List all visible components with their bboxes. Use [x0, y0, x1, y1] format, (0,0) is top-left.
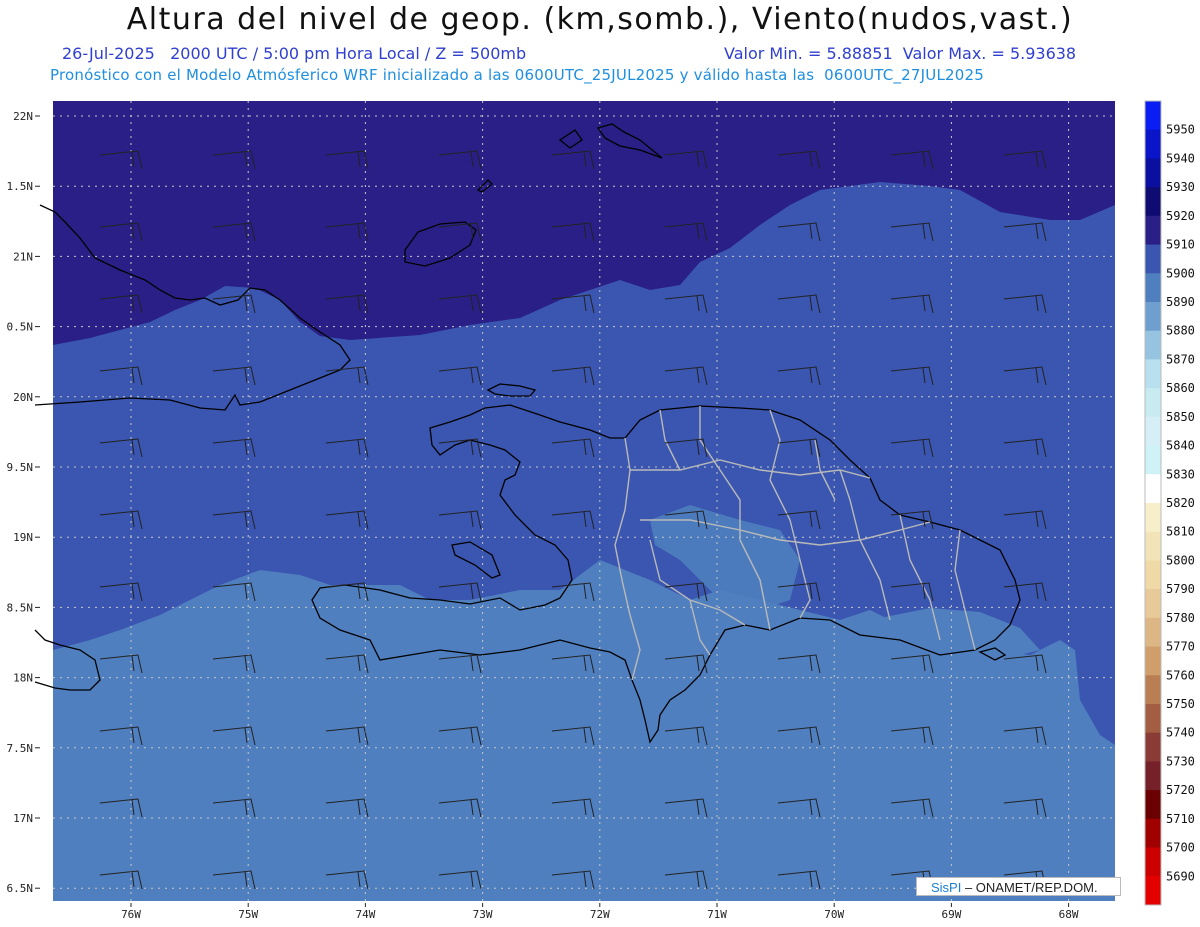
lon-tick-label: 73W	[473, 908, 493, 921]
legend-swatch	[1145, 560, 1161, 590]
legend-label: 5710	[1166, 812, 1195, 826]
legend-label: 5770	[1166, 640, 1195, 654]
legend-swatch	[1145, 503, 1161, 533]
lon-tick-label: 69W	[941, 908, 961, 921]
legend-swatch	[1145, 675, 1161, 705]
legend-swatch	[1145, 761, 1161, 791]
legend-swatch	[1145, 704, 1161, 734]
lat-tick-label: 20N	[13, 391, 33, 404]
lat-tick-label: 0.5N	[7, 321, 34, 334]
legend-swatch	[1145, 876, 1161, 906]
lon-tick-label: 76W	[121, 908, 141, 921]
legend-label: 5820	[1166, 496, 1195, 510]
legend-swatch	[1145, 617, 1161, 648]
legend-label: 5740	[1166, 726, 1195, 740]
legend-swatch	[1145, 818, 1161, 849]
legend-label: 5760	[1166, 668, 1195, 682]
org-label: – ONAMET/REP.DOM.	[961, 880, 1098, 895]
legend-swatch	[1145, 790, 1161, 820]
legend-swatch	[1145, 416, 1161, 447]
lat-tick-label: 21N	[13, 250, 33, 263]
legend-swatch	[1145, 531, 1161, 561]
legend-swatch	[1145, 646, 1161, 676]
longitude-labels: 76W 75W 74W 73W 72W 71W 70W 69W 68W	[121, 903, 1079, 921]
legend-label: 5930	[1166, 180, 1195, 194]
legend-swatch	[1145, 101, 1161, 131]
legend-label: 5910	[1166, 238, 1195, 252]
legend-label: 5790	[1166, 582, 1195, 596]
legend-swatch	[1145, 474, 1161, 504]
lat-tick-label: 19N	[13, 531, 33, 544]
legend-label: 5920	[1166, 209, 1195, 223]
legend-label: 5860	[1166, 381, 1195, 395]
legend-label: 5900	[1166, 266, 1195, 280]
legend-label: 5690	[1166, 869, 1195, 883]
legend-label: 5840	[1166, 439, 1195, 453]
lat-tick-label: 17N	[13, 812, 33, 825]
lon-tick-label: 72W	[590, 908, 610, 921]
legend-swatch	[1145, 215, 1161, 246]
lon-tick-label: 68W	[1059, 908, 1079, 921]
legend-swatch	[1145, 359, 1161, 389]
legend-label: 5700	[1166, 841, 1195, 855]
legend-label: 5750	[1166, 697, 1195, 711]
lat-tick-label: 8.5N	[7, 601, 34, 614]
lat-tick-label: 9.5N	[7, 461, 34, 474]
lat-tick-label: 1.5N	[7, 180, 34, 193]
legend-label: 5800	[1166, 553, 1195, 567]
legend-swatch	[1145, 302, 1161, 332]
lat-tick-label: 22N	[13, 110, 33, 123]
legend-swatch	[1145, 445, 1161, 475]
legend-label: 5830	[1166, 467, 1195, 481]
legend-swatch	[1145, 388, 1161, 418]
legend-label: 5880	[1166, 324, 1195, 338]
legend-label: 5870	[1166, 352, 1195, 366]
color-legend: 5950 5940 5930 5920 5910 5900 5890 5880 5870 5860…	[1144, 100, 1195, 906]
legend-swatch	[1145, 330, 1161, 360]
brand-label: SisPI	[931, 880, 962, 895]
lon-tick-label: 75W	[238, 908, 258, 921]
legend-swatch	[1145, 847, 1161, 877]
credit-box: SisPI – ONAMET/REP.DOM.	[916, 877, 1121, 896]
lon-tick-label: 74W	[355, 908, 375, 921]
legend-swatch	[1145, 589, 1161, 619]
legend-label: 5780	[1166, 611, 1195, 625]
legend-label: 5810	[1166, 525, 1195, 539]
legend-label: 5730	[1166, 754, 1195, 768]
latitude-labels: 22N 1.5N 21N 0.5N 20N 9.5N 19N 8.5N 18N 7.5N 17N 6.…	[7, 110, 40, 895]
legend-swatch	[1145, 732, 1161, 762]
legend-label: 5890	[1166, 295, 1195, 309]
lon-tick-label: 70W	[824, 908, 844, 921]
legend-label: 5940	[1166, 151, 1195, 165]
legend-swatch	[1145, 187, 1161, 217]
legend-swatch	[1145, 129, 1161, 159]
forecast-map: 22N 1.5N 21N 0.5N 20N 9.5N 19N 8.5N 18N 7.5N 17N 6.…	[7, 100, 1195, 921]
lon-tick-label: 71W	[707, 908, 727, 921]
legend-label: 5720	[1166, 783, 1195, 797]
legend-swatch	[1145, 273, 1161, 303]
legend-label: 5850	[1166, 410, 1195, 424]
legend-swatch	[1145, 244, 1161, 274]
legend-swatch	[1145, 158, 1161, 188]
lat-tick-label: 7.5N	[7, 742, 34, 755]
lat-tick-label: 6.5N	[7, 882, 34, 895]
legend-label: 5950	[1166, 123, 1195, 137]
lat-tick-label: 18N	[13, 672, 33, 685]
